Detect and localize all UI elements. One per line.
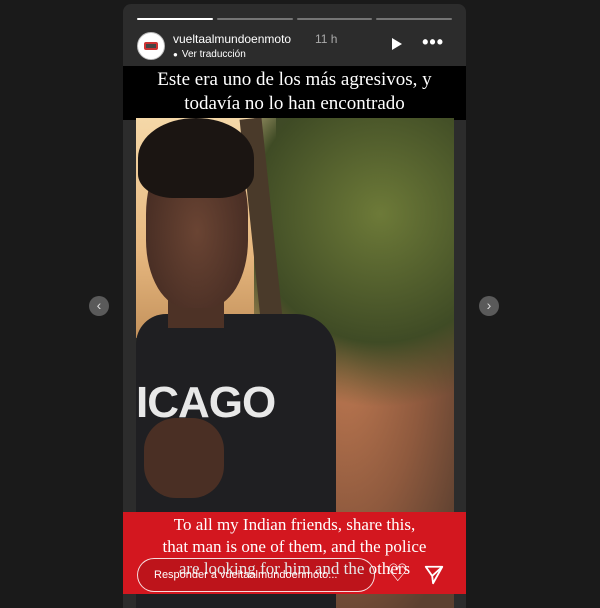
translate-icon: ● [173,50,178,59]
chevron-right-icon: › [486,297,492,313]
story-progress-bar [137,18,452,20]
top-caption: Este era uno de los más agresivos, y tod… [123,66,466,120]
avatar[interactable] [137,32,165,60]
more-options-icon[interactable]: ••• [422,32,444,53]
chevron-left-icon: ‹ [96,297,102,313]
translate-label: Ver traducción [181,49,246,60]
progress-segment [216,18,293,20]
heart-icon[interactable]: ♡ [387,562,409,586]
translate-link[interactable]: ● Ver traducción [173,49,246,60]
username[interactable]: vueltaalmundoenmoto [173,32,291,46]
send-icon[interactable] [423,564,445,586]
hair [138,118,254,198]
top-caption-line: todavía no lo han encontrado [184,93,405,114]
previous-story-button[interactable]: ‹ [89,296,109,316]
top-caption-line: Este era uno de los más agresivos, y [157,69,432,90]
story-viewer: vueltaalmundoenmoto 11 h ● Ver traducción… [123,4,466,608]
play-icon[interactable] [392,38,402,50]
reply-placeholder: Responder a vueltaalmundoenmoto... [154,569,338,581]
bottom-caption-line: To all my Indian friends, share this, [173,515,416,534]
post-time: 11 h [315,32,338,46]
story-header: vueltaalmundoenmoto 11 h ● Ver traducción… [137,30,452,66]
progress-segment [137,18,213,20]
progress-segment [296,18,373,20]
bottom-caption-line: that man is one of them, and the police [162,537,427,556]
next-story-button[interactable]: › [479,296,499,316]
hands [144,418,224,498]
reply-input[interactable]: Responder a vueltaalmundoenmoto... [137,558,375,592]
progress-segment [376,18,452,20]
